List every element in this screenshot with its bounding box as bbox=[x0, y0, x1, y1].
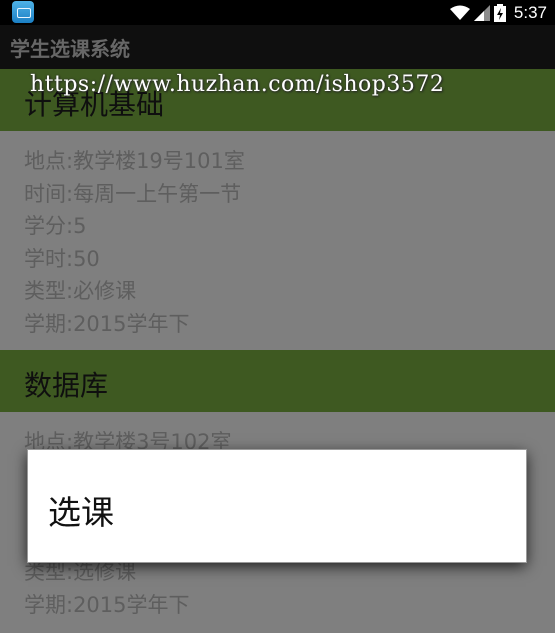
context-dialog: 选课 bbox=[28, 450, 526, 562]
cell-signal-icon bbox=[473, 4, 490, 21]
watermark-url: https://www.huzhan.com/ishop3572 bbox=[30, 72, 445, 97]
wifi-icon bbox=[449, 5, 470, 20]
select-course-label: 选课 bbox=[48, 493, 114, 532]
battery-charging-icon bbox=[493, 3, 506, 22]
status-bar: 5:37 bbox=[0, 0, 555, 25]
select-course-menu-item[interactable]: 选课 bbox=[28, 450, 526, 562]
status-time: 5:37 bbox=[513, 2, 547, 22]
app-notification-icon bbox=[12, 1, 34, 23]
status-indicators: 5:37 bbox=[449, 0, 547, 25]
app-screen: 5:37 学生选课系统 计算机基础 地点:教学楼19号101室 时间:每周一上午… bbox=[0, 0, 555, 633]
